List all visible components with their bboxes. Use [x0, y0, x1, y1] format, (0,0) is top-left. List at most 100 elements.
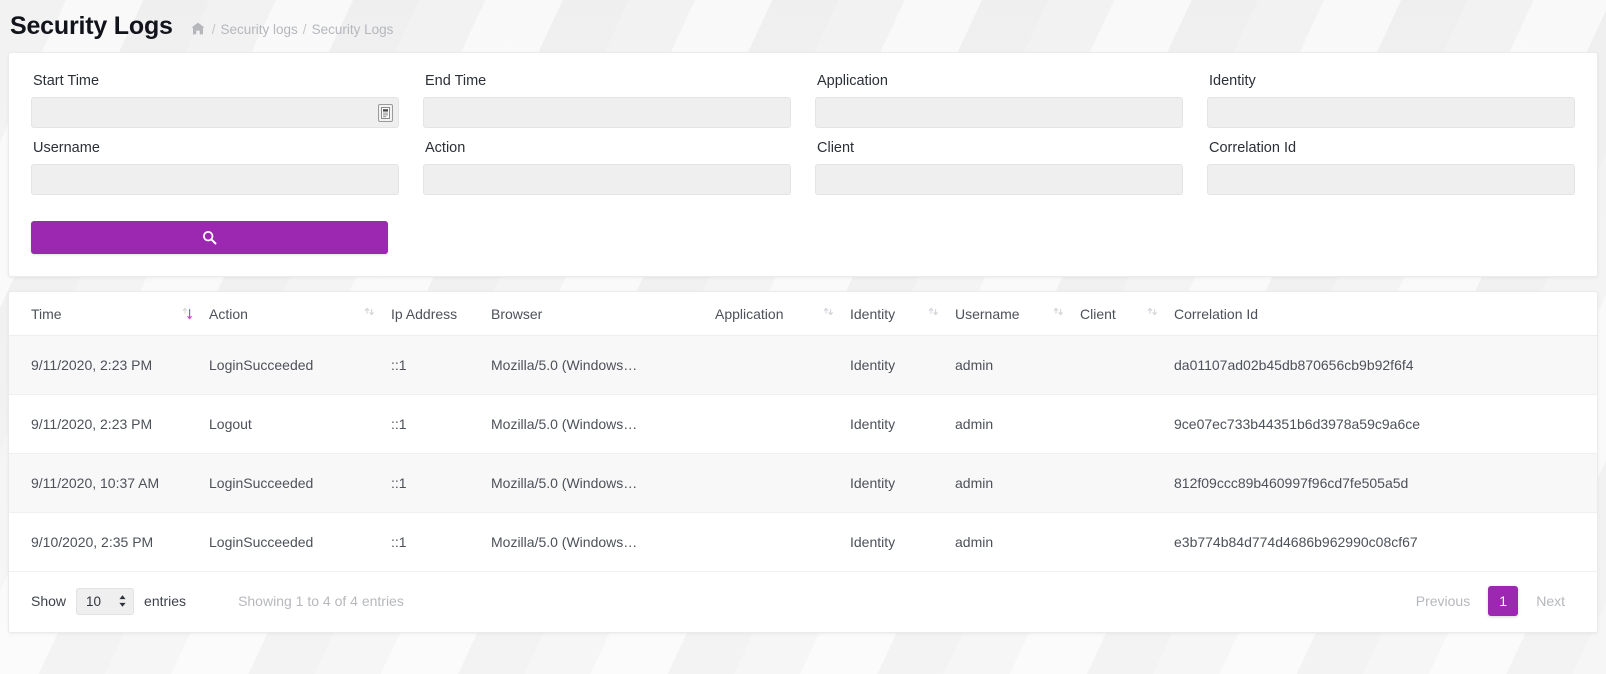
table-header-row: Time Action Ip Address Browser Applicati…	[9, 292, 1597, 336]
cell-correlation-id: e3b774b84d774d4686b962990c08cf67	[1174, 512, 1597, 572]
correlation-id-input[interactable]	[1207, 164, 1575, 195]
field-identity: Identity	[1207, 73, 1575, 134]
identity-input[interactable]	[1207, 97, 1575, 128]
column-header-identity[interactable]: Identity	[850, 292, 955, 336]
security-logs-page: Security Logs / Security logs / Security…	[0, 0, 1606, 633]
search-button[interactable]	[31, 221, 388, 254]
table-head: Time Action Ip Address Browser Applicati…	[9, 292, 1597, 336]
cell-action: Logout	[209, 394, 391, 454]
table-row[interactable]: 9/11/2020, 10:37 AM LoginSucceeded ::1 M…	[9, 453, 1597, 513]
showing-entries-info: Showing 1 to 4 of 4 entries	[238, 593, 404, 609]
column-label-ip-address: Ip Address	[391, 306, 458, 322]
cell-time: 9/11/2020, 10:37 AM	[9, 453, 209, 513]
sort-icon-time[interactable]	[182, 307, 193, 321]
breadcrumb: / Security logs / Security Logs	[191, 21, 394, 38]
cell-browser: Mozilla/5.0 (Windows…	[491, 394, 715, 454]
field-start-time: Start Time	[31, 73, 399, 134]
breadcrumb-separator-1: /	[211, 21, 216, 37]
column-header-application[interactable]: Application	[715, 292, 850, 336]
label-identity: Identity	[1209, 73, 1256, 89]
cell-application	[715, 453, 850, 513]
cell-username: admin	[955, 512, 1080, 572]
label-client: Client	[817, 140, 855, 156]
breadcrumb-separator-2: /	[302, 21, 307, 37]
cell-time: 9/10/2020, 2:35 PM	[9, 512, 209, 572]
label-start-time: Start Time	[33, 73, 100, 89]
start-time-input[interactable]	[31, 97, 399, 128]
search-row	[31, 221, 1575, 254]
cell-application	[715, 394, 850, 454]
breadcrumb-item-security-logs[interactable]: Security logs	[221, 22, 298, 37]
cell-correlation-id: da01107ad02b45db870656cb9b92f6f4	[1174, 335, 1597, 395]
search-icon	[202, 230, 217, 245]
entries-label: entries	[144, 593, 187, 609]
column-header-ip-address: Ip Address	[391, 292, 491, 336]
sort-icon-username[interactable]	[1053, 307, 1064, 321]
cell-username: admin	[955, 335, 1080, 395]
table-footer: Show 10 25 50 100 entries	[9, 572, 1597, 632]
filter-grid: Start Time End Time Application Identity…	[31, 73, 1575, 201]
table-row[interactable]: 9/11/2020, 2:23 PM LoginSucceeded ::1 Mo…	[9, 335, 1597, 395]
field-application: Application	[815, 73, 1183, 134]
cell-identity: Identity	[850, 394, 955, 454]
cell-action: LoginSucceeded	[209, 453, 391, 513]
pagination-page-1[interactable]: 1	[1488, 586, 1519, 616]
label-action: Action	[425, 140, 466, 156]
cell-client	[1080, 394, 1174, 454]
cell-time: 9/11/2020, 2:23 PM	[9, 335, 209, 395]
cell-ip-address: ::1	[391, 453, 491, 513]
cell-application	[715, 512, 850, 572]
cell-action: LoginSucceeded	[209, 512, 391, 572]
sort-icon-action[interactable]	[364, 307, 375, 321]
page-length-select[interactable]: 10 25 50 100	[76, 587, 135, 615]
breadcrumb-item-current: Security Logs	[311, 21, 394, 37]
cell-action: LoginSucceeded	[209, 335, 391, 395]
cell-correlation-id: 9ce07ec733b44351b6d3978a59c9a6ce	[1174, 394, 1597, 454]
column-header-action[interactable]: Action	[209, 292, 391, 336]
table-row[interactable]: 9/10/2020, 2:35 PM LoginSucceeded ::1 Mo…	[9, 512, 1597, 572]
home-icon[interactable]	[191, 22, 205, 38]
column-label-time: Time	[31, 306, 62, 322]
cell-client	[1080, 335, 1174, 395]
column-label-username: Username	[955, 306, 1020, 322]
page-title: Security Logs	[10, 12, 173, 40]
cell-username: admin	[955, 453, 1080, 513]
end-time-input[interactable]	[423, 97, 791, 128]
field-end-time: End Time	[423, 73, 791, 134]
column-label-identity: Identity	[850, 306, 896, 322]
sort-icon-identity[interactable]	[928, 307, 939, 321]
show-label: Show	[31, 593, 67, 609]
username-input[interactable]	[31, 164, 399, 195]
table-row[interactable]: 9/11/2020, 2:23 PM Logout ::1 Mozilla/5.…	[9, 394, 1597, 454]
cell-identity: Identity	[850, 335, 955, 395]
cell-client	[1080, 512, 1174, 572]
cell-identity: Identity	[850, 453, 955, 513]
column-header-username[interactable]: Username	[955, 292, 1080, 336]
cell-identity: Identity	[850, 512, 955, 572]
column-header-client[interactable]: Client	[1080, 292, 1174, 336]
field-client: Client	[815, 140, 1183, 201]
cell-correlation-id: 812f09ccc89b460997f96cd7fe505a5d	[1174, 453, 1597, 513]
cell-username: admin	[955, 394, 1080, 454]
table-body: 9/11/2020, 2:23 PM LoginSucceeded ::1 Mo…	[9, 335, 1597, 572]
pagination-previous[interactable]: Previous	[1404, 586, 1482, 616]
column-header-browser: Browser	[491, 292, 715, 336]
cell-browser: Mozilla/5.0 (Windows…	[491, 512, 715, 572]
label-correlation-id: Correlation Id	[1209, 140, 1297, 156]
cell-ip-address: ::1	[391, 394, 491, 454]
sort-icon-client[interactable]	[1147, 307, 1158, 321]
column-label-client: Client	[1080, 306, 1116, 322]
calendar-picker-icon[interactable]	[378, 103, 393, 122]
pagination-next[interactable]: Next	[1524, 586, 1577, 616]
logs-table-panel: Time Action Ip Address Browser Applicati…	[8, 291, 1598, 633]
action-input[interactable]	[423, 164, 791, 195]
column-label-action: Action	[209, 306, 248, 322]
application-input[interactable]	[815, 97, 1183, 128]
cell-time: 9/11/2020, 2:23 PM	[9, 394, 209, 454]
sort-icon-application[interactable]	[823, 307, 834, 321]
label-end-time: End Time	[425, 73, 487, 89]
column-label-application: Application	[715, 306, 784, 322]
client-input[interactable]	[815, 164, 1183, 195]
label-application: Application	[817, 73, 888, 89]
column-header-time[interactable]: Time	[9, 292, 209, 336]
